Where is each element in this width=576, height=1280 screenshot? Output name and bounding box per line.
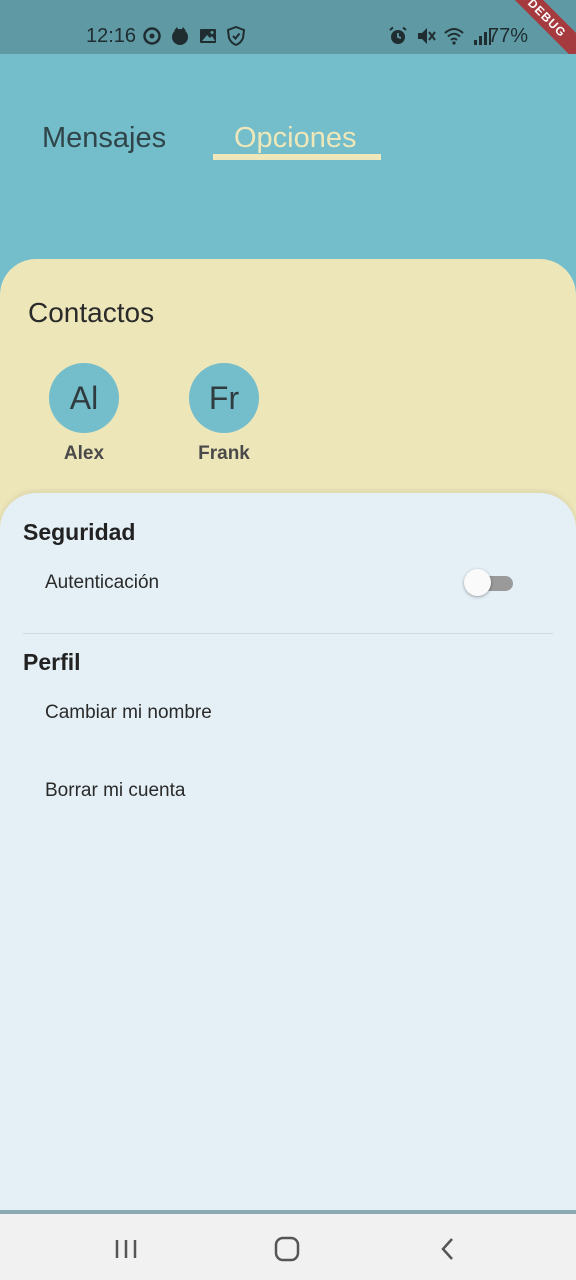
contact-name: Frank (198, 443, 250, 464)
toggle-thumb (464, 569, 491, 596)
mute-icon (418, 28, 436, 44)
shield-icon (226, 26, 246, 46)
tab-bar: Mensajes Opciones (0, 54, 576, 259)
wifi-icon (444, 28, 464, 45)
status-right-icons (388, 25, 492, 47)
status-left-icons (142, 25, 246, 47)
delete-account-item[interactable]: Borrar mi cuenta (45, 780, 185, 802)
status-bar: 12:16 77% (0, 0, 576, 54)
contact-name: Alex (63, 443, 105, 464)
status-time: 12:16 (86, 25, 137, 47)
contacts-title: Contactos (28, 297, 155, 328)
avatar: Fr (189, 363, 259, 433)
section-title-security: Seguridad (23, 519, 136, 545)
settings-card: Seguridad Autenticación Perfil Cambiar m… (0, 493, 576, 1210)
back-button[interactable] (428, 1232, 468, 1266)
section-title-profile: Perfil (23, 649, 81, 675)
contact-alex[interactable]: Al Alex (39, 363, 129, 465)
recents-icon (115, 1240, 137, 1258)
alarm-icon (389, 26, 407, 44)
status-battery: 77% (488, 25, 529, 47)
home-icon (274, 1236, 300, 1262)
contact-frank[interactable]: Fr Frank (179, 363, 269, 465)
back-icon (441, 1238, 453, 1260)
image-icon (200, 29, 216, 43)
divider (23, 633, 553, 634)
change-name-item[interactable]: Cambiar mi nombre (45, 702, 212, 724)
authentication-label[interactable]: Autenticación (45, 572, 159, 594)
home-button[interactable] (267, 1232, 307, 1266)
tab-mensajes[interactable]: Mensajes (42, 120, 166, 156)
tab-opciones[interactable]: Opciones (234, 120, 357, 156)
recents-button[interactable] (106, 1232, 146, 1266)
system-nav-bar (0, 1210, 576, 1280)
authentication-toggle[interactable] (464, 569, 514, 596)
sync-icon (143, 27, 161, 45)
tab-indicator (213, 154, 381, 160)
fox-icon (172, 27, 188, 45)
avatar: Al (49, 363, 119, 433)
